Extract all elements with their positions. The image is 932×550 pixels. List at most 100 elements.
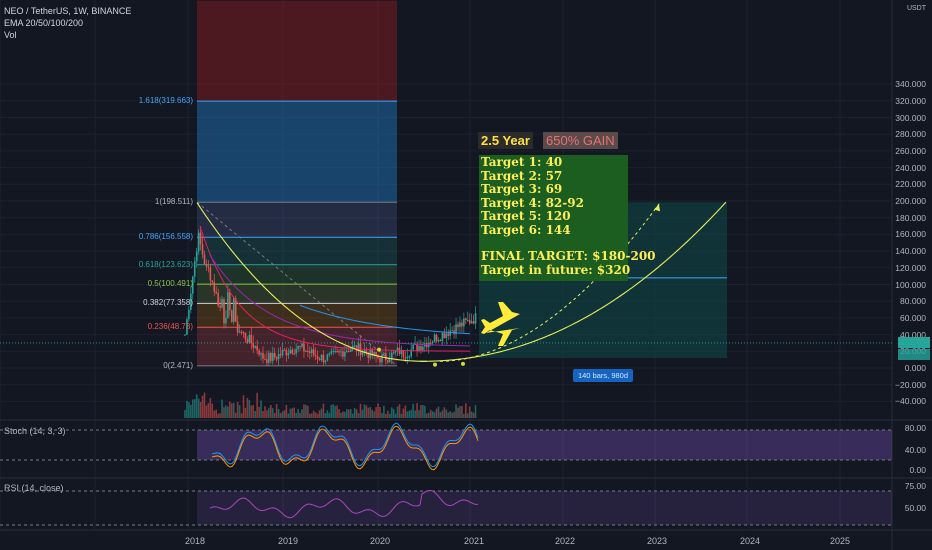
volume-bar bbox=[435, 408, 438, 418]
volume-bar bbox=[215, 409, 217, 418]
volume-bar bbox=[193, 399, 196, 418]
candle-body bbox=[447, 333, 450, 336]
volume-bar bbox=[318, 410, 321, 418]
volume-bar bbox=[275, 403, 278, 418]
volume-bar bbox=[316, 413, 319, 418]
volume-bar bbox=[256, 392, 258, 418]
volume-bar bbox=[445, 409, 448, 418]
time-tick-label: 2020 bbox=[369, 536, 391, 546]
volume-bar bbox=[340, 412, 342, 418]
fib-zone bbox=[197, 101, 397, 203]
candle-body bbox=[388, 360, 391, 363]
volume-bar bbox=[234, 412, 237, 418]
signal-dot bbox=[377, 347, 381, 352]
volume-bar bbox=[431, 411, 434, 418]
candle-body bbox=[439, 340, 442, 342]
volume-bar bbox=[320, 408, 323, 418]
price-tick-label: 160.000 bbox=[895, 229, 926, 240]
stoch-tick-label: 0.00 bbox=[909, 465, 926, 475]
volume-bar bbox=[449, 411, 451, 418]
candle-body bbox=[402, 350, 405, 358]
price-chart[interactable] bbox=[0, 0, 932, 550]
candle-body bbox=[227, 292, 229, 318]
volume-bar bbox=[195, 394, 198, 418]
volume-bar bbox=[408, 410, 411, 418]
time-tick-label: 2021 bbox=[463, 536, 485, 546]
price-tick-label: −40.000 bbox=[895, 396, 926, 407]
time-tick-label: 2025 bbox=[829, 536, 851, 546]
candle-body bbox=[449, 330, 451, 336]
volume-bar bbox=[322, 403, 325, 418]
candle-body bbox=[285, 350, 288, 356]
volume-bar bbox=[277, 409, 280, 418]
candle-body bbox=[217, 293, 219, 306]
candle-body bbox=[408, 356, 411, 358]
price-tick-label: 0.000 bbox=[904, 363, 926, 373]
volume-bar bbox=[414, 410, 416, 418]
final-target: FINAL TARGET: $180-200 bbox=[481, 249, 656, 263]
candle-body bbox=[254, 345, 256, 348]
volume-bar bbox=[227, 406, 229, 418]
volume-bar bbox=[406, 411, 409, 418]
bars-range-badge: 140 bars, 980d bbox=[573, 369, 633, 382]
volume-bar bbox=[221, 399, 223, 418]
candle-body bbox=[207, 266, 210, 268]
candle-body bbox=[312, 349, 315, 356]
candle-body bbox=[238, 331, 241, 333]
target-1: Target 1: 40 bbox=[481, 155, 563, 169]
volume-bar bbox=[291, 408, 294, 418]
stoch-label[interactable]: Stoch (14, 3, 3) bbox=[4, 426, 66, 436]
targets-box: Target 1: 40 Target 2: 57 Target 3: 69 T… bbox=[479, 155, 656, 281]
volume-bar bbox=[250, 405, 253, 418]
volume-bar bbox=[273, 413, 276, 418]
candle-body bbox=[322, 354, 325, 363]
volume-bar bbox=[418, 410, 420, 418]
fib-level-label: 0(2.471) bbox=[163, 360, 193, 370]
volume-bar bbox=[353, 407, 356, 418]
candle-body bbox=[457, 324, 459, 327]
volume-bar bbox=[398, 404, 401, 418]
volume-bar bbox=[447, 412, 450, 418]
price-tick-label: 220.000 bbox=[895, 179, 926, 190]
volume-bar bbox=[465, 403, 467, 418]
candle-body bbox=[340, 351, 342, 353]
volume-bar bbox=[443, 407, 446, 418]
volume-bar bbox=[367, 407, 370, 418]
target-4: Target 4: 82-92 bbox=[481, 195, 584, 210]
fib-level-label: 0.786(156.558) bbox=[138, 232, 193, 242]
ema-legend[interactable]: EMA 20/50/100/200 bbox=[4, 18, 83, 28]
candle-body bbox=[437, 340, 440, 342]
volume-bar bbox=[371, 409, 373, 418]
fib-zone bbox=[197, 237, 397, 265]
volume-bar bbox=[459, 406, 461, 418]
price-tick-label: 280.000 bbox=[895, 129, 926, 140]
candle-body bbox=[361, 351, 364, 356]
candle-body bbox=[213, 282, 216, 292]
volume-bar bbox=[186, 400, 188, 418]
price-tick-label: 180.000 bbox=[895, 212, 926, 223]
volume-bar bbox=[453, 411, 455, 418]
candle-body bbox=[252, 343, 255, 348]
price-tick-label: 300.000 bbox=[895, 112, 926, 123]
candle-body bbox=[328, 353, 331, 355]
candle-body bbox=[223, 299, 225, 324]
candle-body bbox=[268, 352, 270, 363]
candle-body bbox=[184, 334, 186, 336]
candle-body bbox=[353, 345, 356, 347]
stoch-tick-label: 40.00 bbox=[904, 445, 926, 455]
candle-body bbox=[316, 356, 319, 360]
volume-bar bbox=[375, 407, 377, 418]
candle-body bbox=[262, 353, 264, 359]
volume-bar bbox=[461, 406, 463, 418]
fib-level-label: 1(198.511) bbox=[154, 197, 193, 207]
candle-body bbox=[394, 351, 397, 353]
volume-legend[interactable]: Vol bbox=[4, 30, 17, 40]
volume-bar bbox=[328, 412, 331, 418]
volume-bar bbox=[410, 409, 412, 418]
candle-body bbox=[299, 345, 301, 347]
candle-body bbox=[248, 334, 251, 343]
volume-bar bbox=[184, 409, 186, 418]
fib-level-label: 0.618(123.623) bbox=[138, 259, 193, 269]
rsi-label[interactable]: RSI (14, close) bbox=[4, 483, 64, 493]
candle-body bbox=[431, 341, 434, 344]
